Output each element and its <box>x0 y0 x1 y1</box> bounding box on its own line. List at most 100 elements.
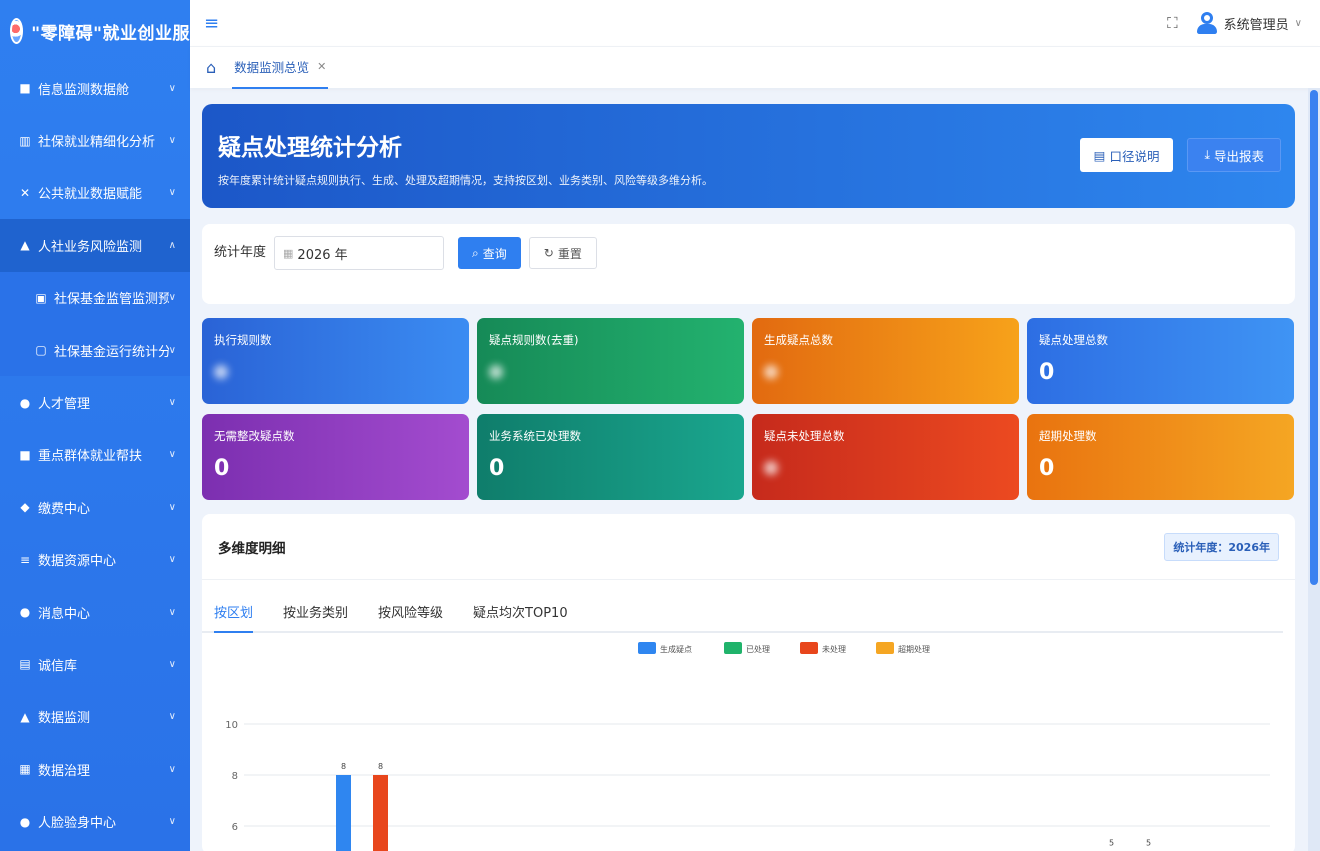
sidebar-item-label: 人社业务风险监测 <box>38 239 143 255</box>
sidebar-item-label: 数据资源中心 <box>38 554 117 570</box>
sidebar-item-label: 人才管理 <box>38 397 91 413</box>
message-icon: ● <box>19 605 31 620</box>
sidebar-item[interactable]: ▲ 数据监测 ∨ <box>0 691 190 743</box>
query-button-label: 查询 <box>482 246 507 261</box>
close-icon[interactable]: ✕ <box>317 60 326 73</box>
menu-toggle-icon[interactable]: ≡ <box>204 13 219 34</box>
caliber-button[interactable]: ▤ 口径说明 <box>1079 138 1174 172</box>
sidebar-item-label: 信息监测数据舱 <box>38 82 130 98</box>
sidebar-item[interactable]: ▲ 人社业务风险监测 ∧ <box>0 219 190 272</box>
user-menu[interactable]: 系统管理员 ∨ <box>1196 11 1302 35</box>
year-value: 2026 年 <box>297 247 348 263</box>
tools-icon: ✕ <box>19 185 31 200</box>
chevron-down-icon: ∨ <box>168 292 176 304</box>
grid-icon: ▦ <box>19 762 31 777</box>
sidebar-item[interactable]: ● 消息中心 ∨ <box>0 586 190 638</box>
detail-title: 多维度明细 <box>218 540 286 557</box>
stat-card-label: 超期处理数 <box>1039 429 1097 443</box>
sidebar-item[interactable]: ▦ 数据治理 ∨ <box>0 743 190 795</box>
sidebar-item-label: 数据监测 <box>38 711 91 727</box>
triangle-icon: ▲ <box>20 709 30 724</box>
sidebar-item-label: 人脸验身中心 <box>38 816 117 832</box>
chevron-down-icon: ∨ <box>168 606 176 618</box>
sidebar-item-label: 社保基金监管监测预警 <box>54 292 169 308</box>
sidebar-item-label: 公共就业数据赋能 <box>38 187 143 203</box>
bar-value-label: 5 <box>1146 839 1151 848</box>
sidebar-item[interactable]: ▤ 诚信库 ∨ <box>0 638 190 690</box>
sidebar-item-label: 社保基金运行统计分析 <box>54 344 169 360</box>
stat-card: 生成疑点总数 <box>752 318 1019 404</box>
sidebar-item-label: 消息中心 <box>38 606 91 622</box>
legend-swatch <box>638 642 656 654</box>
export-button[interactable]: ⤓ 导出报表 <box>1187 138 1281 172</box>
sidebar-item[interactable]: ■ 重点群体就业帮扶 ∨ <box>0 429 190 481</box>
filter-bar: 统计年度 ▦ 2026 年 ⌕ 查询 ↻ 重置 <box>202 224 1295 304</box>
filter-year-label: 统计年度 <box>214 245 267 260</box>
user-name: 系统管理员 <box>1223 17 1289 33</box>
y-tick-label: 8 <box>232 771 238 782</box>
top-header: ≡ ⛶ 系统管理员 ∨ <box>190 0 1320 46</box>
chevron-down-icon: ∨ <box>168 82 176 94</box>
stat-card-value: 0 <box>1039 360 1055 385</box>
tab-data-overview[interactable]: 数据监测总览 ✕ <box>232 47 329 89</box>
calendar-icon: ▦ <box>283 246 294 260</box>
tabs-bar: ⌂ 数据监测总览 ✕ <box>190 46 1320 89</box>
refresh-icon: ↻ <box>543 246 554 260</box>
home-icon[interactable]: ⌂ <box>206 58 216 77</box>
stat-card-label: 疑点处理总数 <box>1039 333 1108 347</box>
chevron-down-icon: ∨ <box>168 501 176 513</box>
sidebar-item-label: 重点群体就业帮扶 <box>38 449 143 465</box>
chevron-down-icon: ∨ <box>168 187 176 199</box>
detail-tab[interactable]: 按区划 <box>214 602 254 633</box>
year-picker[interactable]: ▦ 2026 年 <box>274 236 445 270</box>
doc-icon: ▢ <box>35 343 47 358</box>
stat-card: 无需整改疑点数 0 <box>202 414 469 500</box>
y-tick-label: 10 <box>225 720 238 731</box>
legend-swatch <box>724 642 742 654</box>
reset-button[interactable]: ↻ 重置 <box>528 237 597 269</box>
fullscreen-icon[interactable]: ⛶ <box>1167 14 1178 32</box>
detail-tab[interactable]: 按风险等级 <box>378 602 443 631</box>
stat-card: 业务系统已处理数 0 <box>477 414 744 500</box>
year-badge: 统计年度：2026年 <box>1164 532 1279 561</box>
query-button[interactable]: ⌕ 查询 <box>458 237 521 269</box>
detail-tabs: 按区划 按业务类别 按风险等级 疑点均次TOP10 <box>202 602 1283 633</box>
sidebar-item[interactable]: ● 人脸验身中心 ∨ <box>0 795 190 847</box>
sidebar-item[interactable]: ■ 信息监测数据舱 ∨ <box>0 62 190 114</box>
sidebar-item[interactable]: ● 人才管理 ∨ <box>0 376 190 428</box>
y-tick-label: 6 <box>232 822 238 833</box>
sidebar-item[interactable]: ≡ 数据资源中心 ∨ <box>0 534 190 586</box>
tab-label: 数据监测总览 <box>234 60 310 75</box>
doc-check-icon: ▣ <box>35 290 47 305</box>
bar-chart: 生成疑点 已处理 未处理 超期处理 10 8 6 8 8 5 5 <box>225 642 1270 851</box>
sidebar-item[interactable]: ▥ 社保就业精细化分析 ∨ <box>0 114 190 166</box>
chart: 生成疑点 已处理 未处理 超期处理 10 8 6 8 8 5 5 <box>202 642 1295 851</box>
bar-chart-icon: ▥ <box>19 133 31 148</box>
chevron-down-icon: ∨ <box>168 135 176 147</box>
bar-value-label: 8 <box>341 762 346 771</box>
sidebar-item[interactable]: ✕ 公共就业数据赋能 ∨ <box>0 167 190 219</box>
scrollbar-thumb[interactable] <box>1310 90 1318 585</box>
chevron-down-icon: ∨ <box>168 344 176 356</box>
sidebar-item[interactable]: ▣ 社保基金监管监测预警∨ <box>0 271 190 324</box>
sidebar-item-label: 诚信库 <box>38 658 78 674</box>
stat-card-value <box>764 360 1007 385</box>
page-banner: 疑点处理统计分析 按年度累计统计疑点规则执行、生成、处理及超期情况，支持按区划、… <box>202 104 1295 208</box>
stat-card-value: 0 <box>214 456 230 481</box>
person-icon: ● <box>19 395 31 410</box>
legend-label: 已处理 <box>746 644 770 654</box>
sidebar-menu: ■ 信息监测数据舱 ∨ ▥ 社保就业精细化分析 ∨ ✕ 公共就业数据赋能 ∨ ▲ 人社业务风险监测 ∧… <box>0 62 190 848</box>
sidebar-item[interactable]: ◆ 缴费中心 ∨ <box>0 481 190 533</box>
detail-tab[interactable]: 疑点均次TOP10 <box>473 602 568 631</box>
stat-card-label: 生成疑点总数 <box>764 333 833 347</box>
brand-title: "零障碍"就业创业服 <box>31 23 190 44</box>
sidebar-item[interactable]: ▢ 社保基金运行统计分析∨ <box>0 323 190 377</box>
caliber-button-label: 口径说明 <box>1109 148 1160 164</box>
sidebar: "零障碍"就业创业服 ■ 信息监测数据舱 ∨ ▥ 社保就业精细化分析 ∨ ✕ 公共就业数据赋能… <box>0 0 190 851</box>
detail-panel: 多维度明细 统计年度：2026年 按区划 按业务类别 按风险等级 疑点均次TOP10 … <box>202 514 1295 851</box>
stat-card-label: 执行规则数 <box>214 333 272 347</box>
export-button-label: 导出报表 <box>1213 148 1264 164</box>
detail-tab[interactable]: 按业务类别 <box>283 602 348 631</box>
badge-icon: ▤ <box>19 657 31 672</box>
stat-card-value <box>214 360 457 385</box>
